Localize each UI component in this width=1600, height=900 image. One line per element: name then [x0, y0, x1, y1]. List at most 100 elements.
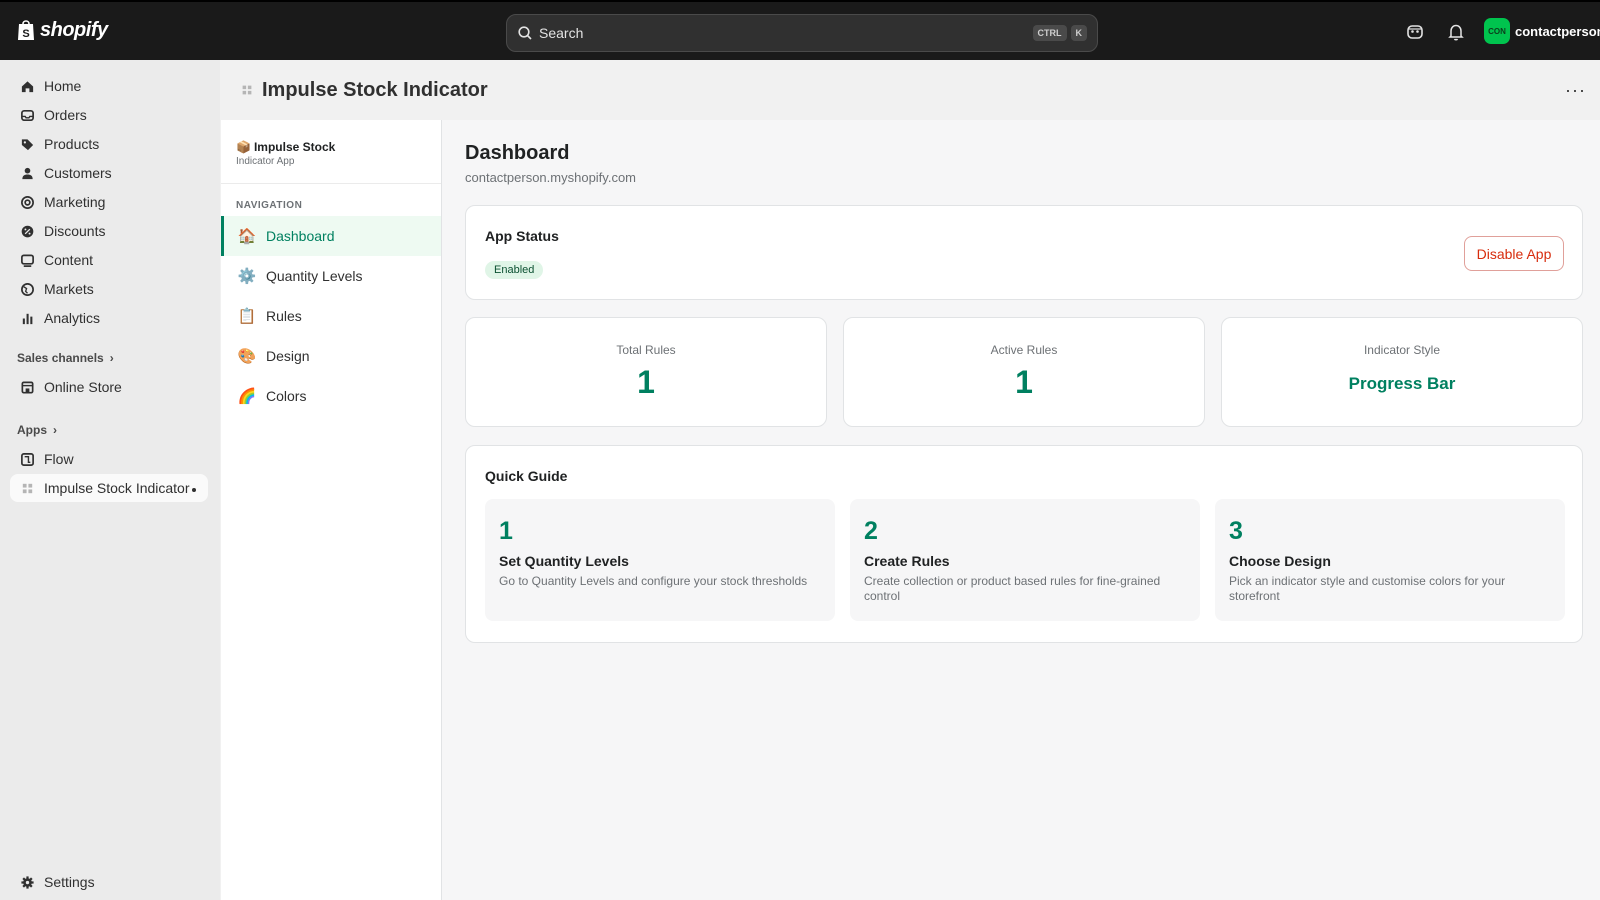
- tab-label: Design: [266, 348, 310, 364]
- shortcut-k-key: K: [1070, 25, 1087, 41]
- app-status-card: App Status Enabled Disable App: [465, 205, 1583, 300]
- sidebar-item-label: Analytics: [44, 310, 101, 326]
- brand-wordmark: shopify: [40, 18, 108, 41]
- indicator-style-card: Indicator Style Progress Bar: [1221, 317, 1583, 427]
- store-icon: [21, 381, 34, 393]
- avatar: CON: [1484, 18, 1510, 44]
- step-number: 1: [499, 517, 513, 545]
- sidebar-item-label: Content: [44, 252, 94, 268]
- stat-value: Progress Bar: [1348, 374, 1456, 393]
- stat-value: 1: [637, 364, 655, 400]
- sidebar-item-discounts[interactable]: Discounts: [10, 217, 208, 245]
- gear-icon: [21, 875, 34, 889]
- sales-channels-section[interactable]: Sales channels ›: [17, 351, 114, 365]
- sales-channels-label: Sales channels: [17, 351, 104, 365]
- package-icon: 📦: [236, 140, 251, 154]
- sidebar-item-orders[interactable]: Orders: [10, 101, 208, 129]
- home-icon: [21, 80, 34, 92]
- target-icon: [21, 195, 34, 209]
- sidebar-item-label: Online Store: [44, 379, 122, 395]
- account-name: contactperson: [1515, 23, 1600, 39]
- navigation-label: NAVIGATION: [236, 200, 303, 211]
- sidebar-item-online-store[interactable]: Online Store: [10, 373, 208, 401]
- tab-colors[interactable]: 🌈 Colors: [221, 376, 441, 416]
- tab-label: Colors: [266, 388, 307, 404]
- search-input[interactable]: [539, 25, 1029, 41]
- inbox-icon: [21, 109, 34, 121]
- content-icon: [21, 254, 34, 267]
- sidebar-item-label: Flow: [44, 451, 74, 467]
- flow-icon: [21, 452, 34, 466]
- sidebar-item-markets[interactable]: Markets: [10, 275, 208, 303]
- chevron-right-icon: ›: [109, 351, 114, 365]
- total-rules-card: Total Rules 1: [465, 317, 827, 427]
- top-bar: S shopify CTRL K CON contactperson: [0, 0, 1600, 60]
- tab-design[interactable]: 🎨 Design: [221, 336, 441, 376]
- sidebar-item-content[interactable]: Content: [10, 246, 208, 274]
- shopify-logo[interactable]: S shopify: [16, 18, 108, 42]
- step-title: Create Rules: [864, 553, 950, 569]
- more-actions-icon[interactable]: ···: [1565, 80, 1586, 101]
- apps-section[interactable]: Apps ›: [17, 423, 57, 437]
- sidebar-item-home[interactable]: Home: [10, 72, 208, 100]
- tab-label: Quantity Levels: [266, 268, 363, 284]
- assistant-icon[interactable]: [1405, 22, 1425, 42]
- dashboard-title: Dashboard: [465, 142, 570, 164]
- sidebar-item-flow[interactable]: Flow: [10, 445, 208, 473]
- step-number: 3: [1229, 517, 1243, 545]
- guide-step: 3 Choose Design Pick an indicator style …: [1215, 499, 1565, 621]
- stat-value: 1: [1015, 364, 1033, 400]
- active-dot: [192, 488, 196, 492]
- app-status-title: App Status: [485, 228, 559, 244]
- app-brand-subtitle: Indicator App: [236, 156, 295, 167]
- guide-step: 1 Set Quantity Levels Go to Quantity Lev…: [485, 499, 835, 621]
- sidebar-item-label: Customers: [44, 165, 112, 181]
- page-header: Impulse Stock Indicator ···: [220, 60, 1600, 120]
- sidebar-item-label: Orders: [44, 107, 87, 123]
- sidebar-item-customers[interactable]: Customers: [10, 159, 208, 187]
- app-frame: 📦 Impulse Stock Indicator App NAVIGATION…: [221, 120, 1600, 900]
- shortcut-ctrl-key: CTRL: [1032, 25, 1067, 41]
- house-icon: 🏠: [237, 228, 257, 245]
- shopify-bag-icon: S: [18, 20, 34, 40]
- sidebar-item-impulse-stock[interactable]: Impulse Stock Indicator: [10, 474, 208, 502]
- tab-label: Dashboard: [266, 228, 335, 244]
- tag-icon: [21, 138, 34, 150]
- tab-dashboard[interactable]: 🏠 Dashboard: [221, 216, 441, 256]
- step-title: Set Quantity Levels: [499, 553, 629, 569]
- app-grid-icon: [242, 85, 252, 95]
- stat-label: Total Rules: [616, 343, 676, 357]
- bar-chart-icon: [22, 313, 33, 324]
- guide-step: 2 Create Rules Create collection or prod…: [850, 499, 1200, 621]
- admin-sidebar: Home Orders Products Customers Marketing…: [0, 60, 220, 900]
- sidebar-item-analytics[interactable]: Analytics: [10, 304, 208, 332]
- disable-app-button[interactable]: Disable App: [1464, 236, 1564, 271]
- gear-icon: ⚙️: [237, 268, 257, 285]
- apps-label: Apps: [17, 423, 47, 437]
- app-grid-icon: [22, 483, 33, 493]
- account-menu[interactable]: CON contactperson: [1484, 18, 1600, 44]
- sidebar-item-products[interactable]: Products: [10, 130, 208, 158]
- sidebar-item-label: Markets: [44, 281, 94, 297]
- sidebar-item-label: Impulse Stock Indicator: [44, 480, 190, 496]
- step-title: Choose Design: [1229, 553, 1331, 569]
- sidebar-item-marketing[interactable]: Marketing: [10, 188, 208, 216]
- tab-quantity-levels[interactable]: ⚙️ Quantity Levels: [221, 256, 441, 296]
- stat-label: Indicator Style: [1363, 343, 1441, 357]
- step-description: Pick an indicator style and customise co…: [1229, 574, 1506, 603]
- sidebar-item-label: Settings: [44, 874, 95, 890]
- bell-icon[interactable]: [1446, 22, 1466, 42]
- app-brand: 📦 Impulse Stock Indicator App: [221, 120, 441, 184]
- sidebar-item-settings[interactable]: Settings: [10, 868, 208, 896]
- svg-text:S: S: [22, 28, 29, 40]
- search-bar[interactable]: CTRL K: [506, 14, 1098, 52]
- clipboard-icon: 📋: [237, 308, 257, 325]
- step-description: Go to Quantity Levels and configure your…: [499, 574, 808, 588]
- stat-label: Active Rules: [990, 343, 1058, 357]
- status-badge: Enabled: [485, 261, 544, 279]
- store-url: contactperson.myshopify.com: [465, 170, 636, 185]
- person-icon: [22, 167, 33, 179]
- tab-rules[interactable]: 📋 Rules: [221, 296, 441, 336]
- quick-guide-card: Quick Guide 1 Set Quantity Levels Go to …: [465, 445, 1583, 643]
- globe-icon: [21, 282, 34, 296]
